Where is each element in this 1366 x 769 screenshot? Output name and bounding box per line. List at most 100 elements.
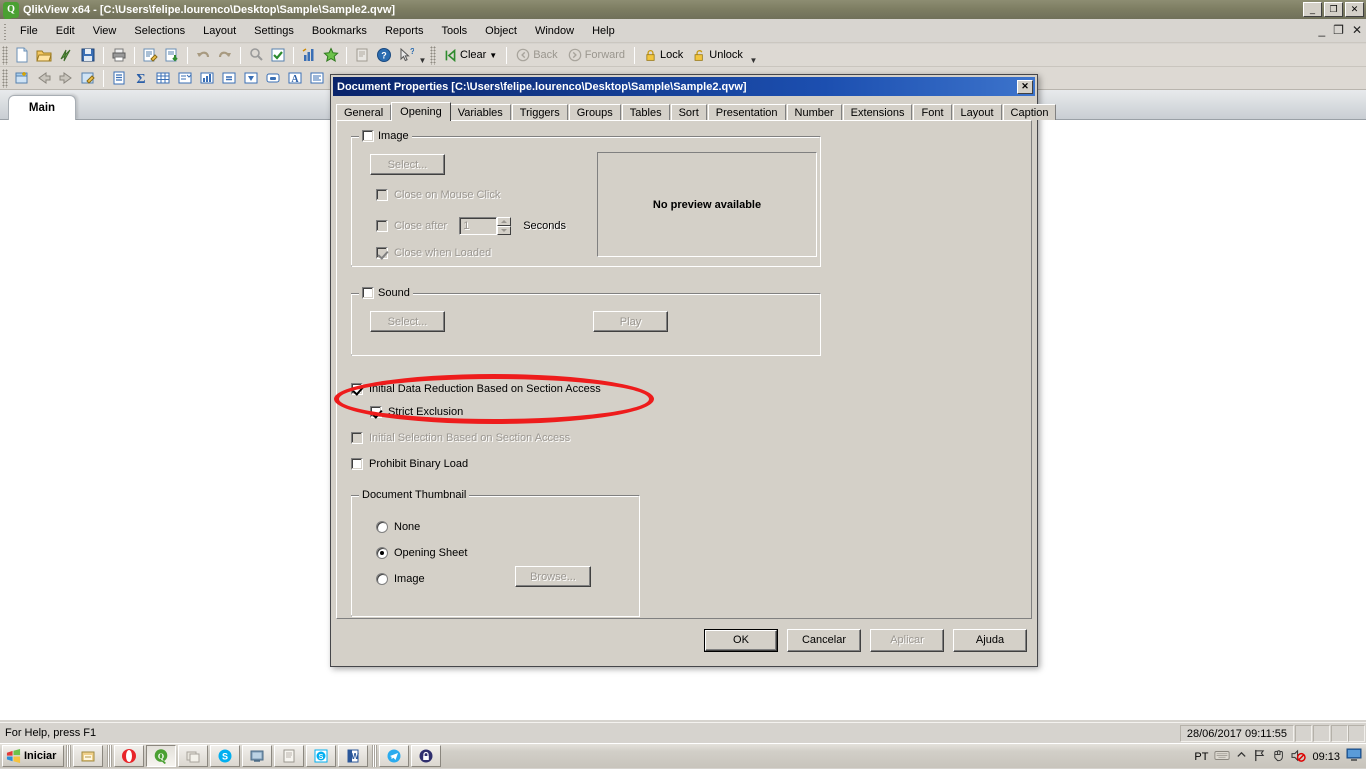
multi-box-icon[interactable]	[174, 68, 196, 89]
reload-icon[interactable]	[55, 45, 77, 66]
close-button[interactable]: ✕	[1345, 2, 1364, 17]
statistics-box-icon[interactable]: Σ	[130, 68, 152, 89]
minimize-button[interactable]: _	[1303, 2, 1322, 17]
tab-variables[interactable]: Variables	[449, 104, 511, 120]
remote-desktop-icon[interactable]	[242, 745, 273, 767]
close-after-seconds-input[interactable]: 1	[459, 217, 498, 235]
initial-data-reduction-checkbox[interactable]	[351, 383, 363, 395]
menu-help[interactable]: Help	[583, 22, 624, 40]
mdi-close-button[interactable]: ✕	[1352, 23, 1362, 37]
tab-extensions[interactable]: Extensions	[842, 104, 913, 120]
sound-play-button[interactable]: Play	[593, 311, 668, 332]
open-document-icon[interactable]	[33, 45, 55, 66]
restore-button[interactable]: ❐	[1324, 2, 1343, 17]
qlikview-icon[interactable]: Q	[146, 745, 177, 767]
thumbnail-opening-sheet-row[interactable]: Opening Sheet	[376, 547, 467, 559]
notepad-icon[interactable]	[274, 745, 305, 767]
redo-icon[interactable]	[214, 45, 236, 66]
thumbnail-image-row[interactable]: Image	[376, 573, 425, 585]
lock-app-icon[interactable]	[411, 745, 442, 767]
print-icon[interactable]	[108, 45, 130, 66]
menu-layout[interactable]: Layout	[194, 22, 245, 40]
mdi-minimize-button[interactable]: _	[1318, 23, 1325, 37]
cancel-button[interactable]: Cancelar	[787, 628, 861, 652]
initial-data-reduction-row[interactable]: Initial Data Reduction Based on Section …	[351, 383, 601, 395]
design-toolbar-grip[interactable]	[2, 68, 8, 88]
undo-icon[interactable]	[192, 45, 214, 66]
promote-sheet-icon[interactable]	[33, 68, 55, 89]
strict-exclusion-row[interactable]: Strict Exclusion	[370, 406, 463, 418]
nav-toolbar-overflow-button[interactable]: ▼	[748, 46, 759, 65]
clear-button[interactable]: Clear ▼	[439, 47, 502, 64]
button-icon[interactable]	[262, 68, 284, 89]
close-when-loaded-row[interactable]: Close when Loaded	[376, 247, 491, 259]
toolbar-overflow-button[interactable]: ▼	[417, 46, 428, 65]
initial-selection-checkbox[interactable]	[351, 432, 363, 444]
sidebar-item-main[interactable]: Main	[8, 95, 76, 120]
close-when-loaded-checkbox[interactable]	[376, 247, 388, 259]
tab-layout[interactable]: Layout	[952, 104, 1002, 120]
keyboard-icon[interactable]	[1214, 749, 1231, 765]
load-data-icon[interactable]	[161, 45, 183, 66]
start-button[interactable]: Iniciar	[2, 745, 65, 767]
back-button[interactable]: Back	[511, 46, 562, 64]
search-icon[interactable]	[245, 45, 267, 66]
tab-presentation[interactable]: Presentation	[707, 104, 786, 120]
forward-button[interactable]: Forward	[563, 46, 630, 64]
tab-number[interactable]: Number	[786, 104, 842, 120]
chart-icon[interactable]	[196, 68, 218, 89]
menu-tools[interactable]: Tools	[432, 22, 476, 40]
telegram-icon[interactable]	[379, 745, 410, 767]
close-after-row[interactable]: Close after 1 Seconds	[376, 217, 566, 235]
close-on-mouse-click-row[interactable]: Close on Mouse Click	[376, 189, 500, 201]
image-enable-checkbox[interactable]	[362, 130, 374, 142]
opera-browser-icon[interactable]	[114, 745, 145, 767]
lock-button[interactable]: Lock	[639, 47, 688, 64]
thumbnail-image-radio[interactable]	[376, 573, 388, 585]
menu-bookmarks[interactable]: Bookmarks	[303, 22, 376, 40]
help-icon[interactable]: ?	[373, 45, 395, 66]
tab-groups[interactable]: Groups	[568, 104, 621, 120]
volume-muted-icon[interactable]	[1291, 749, 1307, 765]
help-button[interactable]: Ajuda	[953, 628, 1027, 652]
table-box-icon[interactable]	[152, 68, 174, 89]
ok-button[interactable]: OK	[704, 628, 778, 652]
close-icon[interactable]: ✕	[1017, 79, 1033, 94]
sheet-properties-icon[interactable]	[77, 68, 99, 89]
dialog-title-bar[interactable]: Document Properties [C:\Users\felipe.lou…	[333, 77, 1035, 96]
sound-select-button[interactable]: Select...	[370, 311, 445, 332]
skype-business-icon[interactable]: S	[306, 745, 337, 767]
skype-icon[interactable]: S	[210, 745, 241, 767]
menu-grip[interactable]	[2, 21, 9, 40]
menu-window[interactable]: Window	[526, 22, 583, 40]
context-help-icon[interactable]: ?	[395, 45, 417, 66]
show-hidden-icons-icon[interactable]	[1236, 750, 1247, 764]
current-selections-icon[interactable]	[267, 45, 289, 66]
prohibit-binary-load-row[interactable]: Prohibit Binary Load	[351, 458, 468, 470]
current-selections-box-icon[interactable]	[240, 68, 262, 89]
toolbar-grip[interactable]	[2, 45, 8, 65]
save-icon[interactable]	[77, 45, 99, 66]
thumbnail-browse-button[interactable]: Browse...	[515, 566, 591, 587]
menu-file[interactable]: File	[11, 22, 47, 40]
close-after-seconds-stepper[interactable]: 1	[459, 217, 512, 235]
tray-language-indicator[interactable]: PT	[1194, 751, 1208, 763]
tab-sort[interactable]: Sort	[670, 104, 707, 120]
tray-clock[interactable]: 09:13	[1312, 751, 1340, 763]
favorites-icon[interactable]	[320, 45, 342, 66]
menu-selections[interactable]: Selections	[125, 22, 194, 40]
thumbnail-none-row[interactable]: None	[376, 521, 420, 533]
spin-down-icon[interactable]	[497, 226, 512, 235]
flag-icon[interactable]	[1253, 749, 1266, 765]
statistics-icon[interactable]	[298, 45, 320, 66]
file-manager-icon[interactable]	[178, 745, 209, 767]
menu-reports[interactable]: Reports	[376, 22, 433, 40]
clear-dropdown-arrow-icon[interactable]: ▼	[489, 51, 497, 60]
image-select-button[interactable]: Select...	[370, 154, 445, 175]
menu-settings[interactable]: Settings	[245, 22, 303, 40]
list-box-icon[interactable]	[108, 68, 130, 89]
menu-edit[interactable]: Edit	[47, 22, 84, 40]
demote-sheet-icon[interactable]	[55, 68, 77, 89]
sound-enable-checkbox[interactable]	[362, 287, 374, 299]
action-center-icon[interactable]	[1272, 749, 1285, 765]
